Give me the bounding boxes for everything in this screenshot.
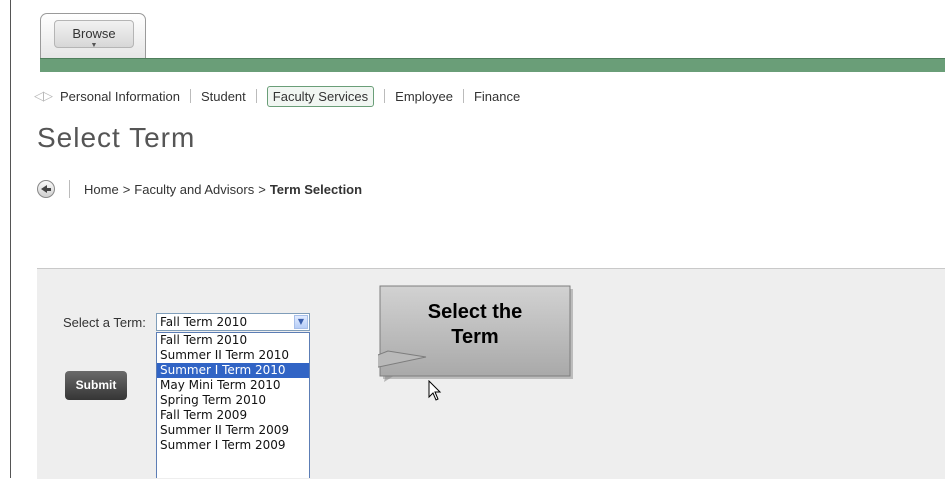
breadcrumb: Home > Faculty and Advisors > Term Selec…: [37, 180, 362, 198]
term-option-highlighted[interactable]: Summer I Term 2010: [157, 363, 309, 378]
dropdown-arrow-icon[interactable]: ▼: [294, 315, 308, 329]
term-option[interactable]: Fall Term 2009: [157, 408, 309, 423]
nav-separator: [462, 89, 464, 103]
page-title: Select Term: [37, 122, 196, 153]
breadcrumb-home[interactable]: Home: [84, 182, 119, 197]
term-select-value: Fall Term 2010: [160, 315, 248, 329]
term-select[interactable]: Fall Term 2010 ▼: [156, 313, 310, 331]
breadcrumb-faculty-advisors[interactable]: Faculty and Advisors: [134, 182, 254, 197]
term-option[interactable]: Spring Term 2010: [157, 393, 309, 408]
breadcrumb-sep: >: [122, 181, 131, 197]
breadcrumb-divider: [69, 180, 70, 198]
nav-item-student[interactable]: Student: [201, 89, 246, 104]
nav-separator: [384, 89, 386, 103]
nav-item-faculty-services[interactable]: Faculty Services: [266, 85, 375, 107]
callout-line-1: Select the: [428, 301, 522, 323]
nav-arrows-icon[interactable]: ◁▷: [34, 88, 53, 104]
nav-item-personal-information[interactable]: Personal Information: [60, 89, 180, 104]
header-bar: [40, 58, 945, 72]
browse-tab: Browse ▼: [40, 13, 146, 58]
nav-separator: [189, 89, 191, 103]
breadcrumb-sep: >: [258, 181, 266, 197]
term-option[interactable]: Fall Term 2010: [157, 333, 309, 348]
breadcrumb-current: Term Selection: [269, 181, 363, 197]
main-nav: ◁▷ Personal Information Student Faculty …: [34, 84, 520, 108]
term-option[interactable]: Summer II Term 2010: [157, 348, 309, 363]
browse-button[interactable]: Browse ▼: [54, 20, 134, 49]
term-option[interactable]: Summer I Term 2009: [157, 438, 309, 453]
caret-down-icon: ▼: [90, 42, 98, 49]
browse-label: Browse: [72, 26, 116, 41]
callout-line-2: Term: [451, 326, 498, 348]
back-arrow-icon[interactable]: [37, 180, 55, 198]
callout-bubble: Select the Term: [378, 285, 573, 382]
mouse-cursor-icon: [428, 380, 442, 401]
term-label: Select a Term:: [63, 315, 146, 330]
nav-item-employee[interactable]: Employee: [395, 89, 453, 104]
left-border: [10, 0, 11, 478]
nav-separator: [255, 89, 257, 103]
submit-button[interactable]: Submit: [65, 371, 127, 400]
term-option[interactable]: Summer II Term 2009: [157, 423, 309, 438]
term-option[interactable]: May Mini Term 2010: [157, 378, 309, 393]
nav-item-finance[interactable]: Finance: [474, 89, 520, 104]
term-options-list: Fall Term 2010 Summer II Term 2010 Summe…: [156, 332, 310, 478]
